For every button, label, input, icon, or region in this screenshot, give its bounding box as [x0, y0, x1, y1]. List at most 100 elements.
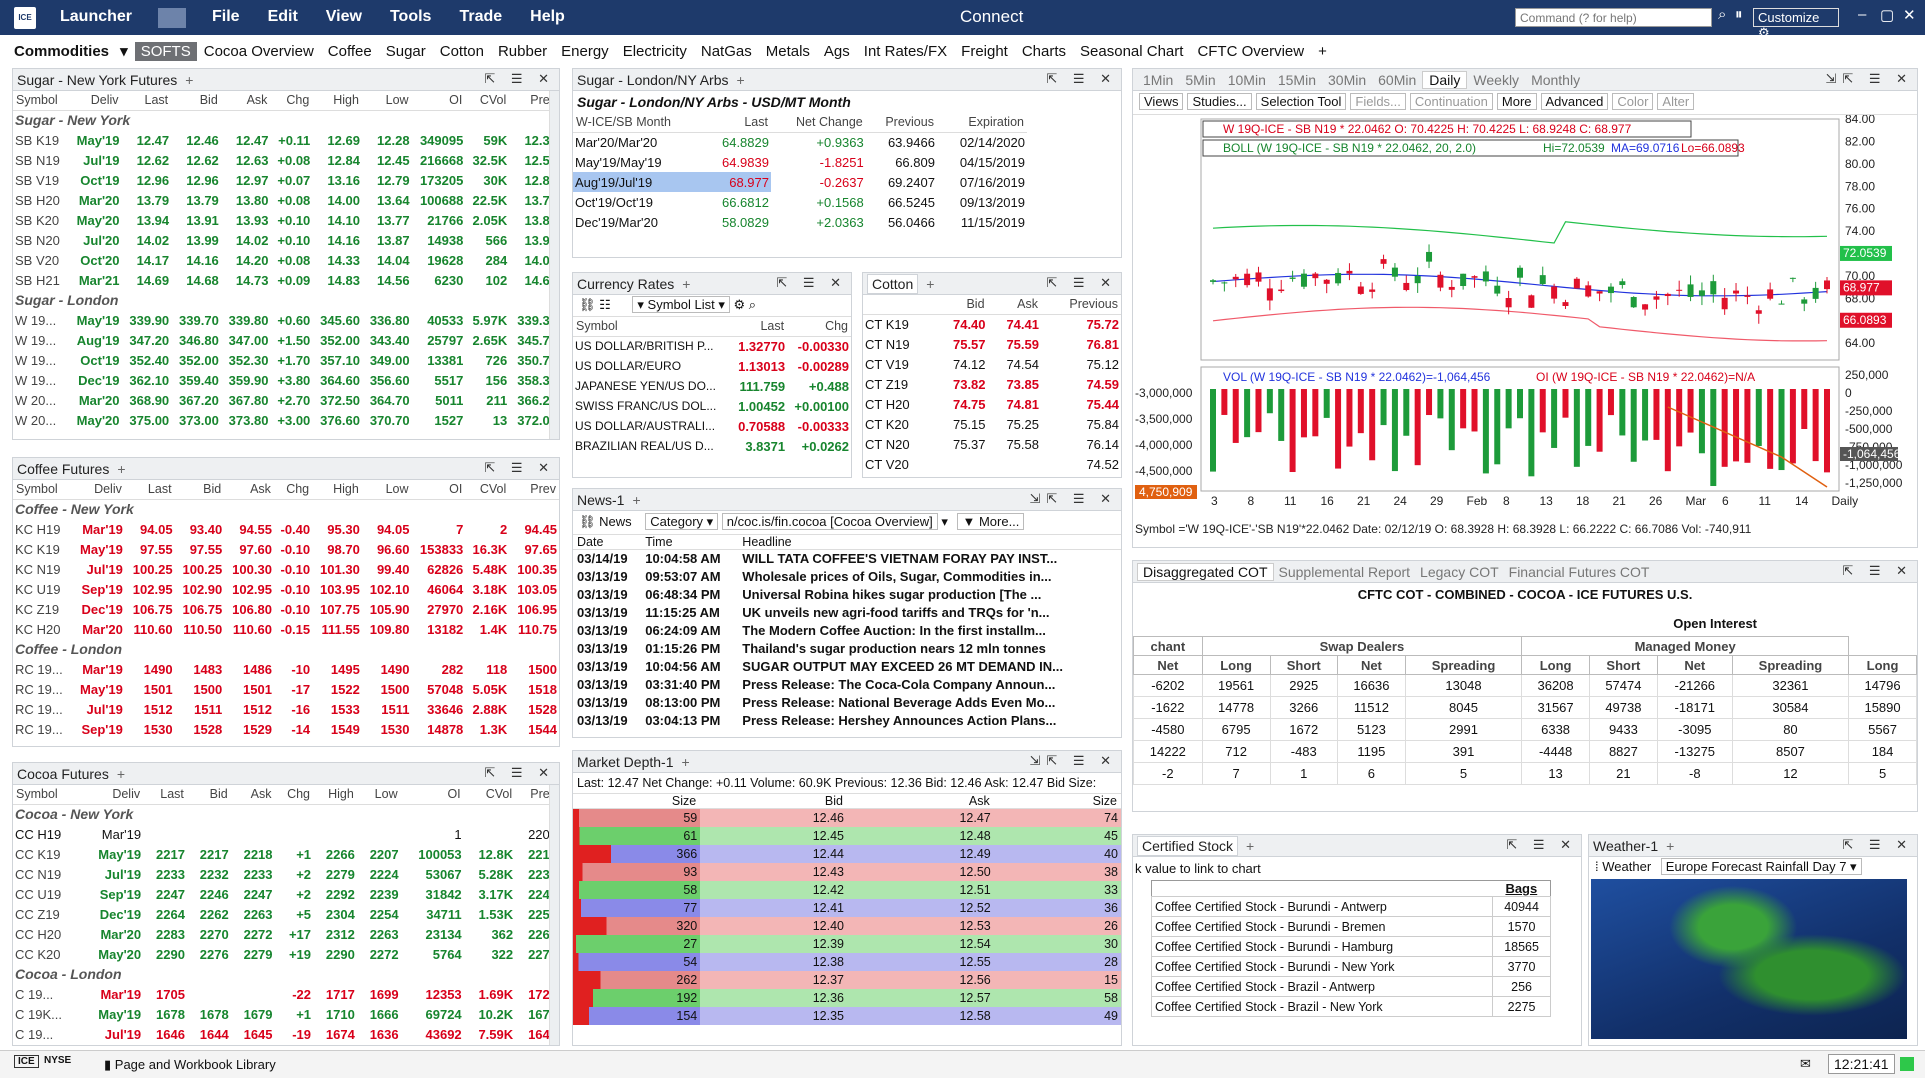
column-header[interactable]: Bid — [171, 91, 221, 111]
table-row[interactable]: 59 12.46 12.47 74 — [573, 808, 1121, 827]
menu-edit[interactable]: Edit — [254, 8, 312, 26]
column-header[interactable]: Prev — [509, 480, 559, 500]
column-header[interactable]: Date — [573, 535, 642, 550]
weather-dropdown[interactable]: Europe Forecast Rainfall Day 7 ▾ — [1660, 858, 1862, 875]
panel-controls[interactable]: ⇲⇱ ☰ ✕ — [1029, 491, 1117, 507]
cot-tab-3[interactable]: Financial Futures COT — [1504, 564, 1655, 580]
table-row[interactable]: 03/13/19 03:31:40 PM Press Release: The Co… — [573, 676, 1121, 694]
search-icon[interactable]: ⌕ — [749, 297, 756, 312]
customize-button[interactable]: Customize ⚙ — [1753, 8, 1839, 40]
column-header[interactable]: Ask — [220, 91, 271, 111]
table-row[interactable]: RC 19... Sep'19 1530 1528 1529 -14 1549 1530 148… — [13, 719, 559, 739]
table-row[interactable]: Coffee Certified Stock - Burundi - Breme… — [1150, 916, 1551, 937]
column-header[interactable]: Previous — [865, 113, 937, 133]
add-icon[interactable]: + — [632, 492, 640, 508]
table-row[interactable]: C 19... Jul'19 1646 1644 1645 -19 1674 1636 4369… — [13, 1024, 559, 1044]
tab-softs[interactable]: SOFTS — [134, 41, 197, 61]
column-header[interactable]: Last — [121, 91, 172, 111]
menu-tools[interactable]: Tools — [376, 8, 445, 26]
table-row[interactable]: CT H20 74.75 74.81 75.44 — [863, 394, 1121, 414]
interval-tab-60min[interactable]: 60Min — [1372, 72, 1422, 88]
panel-controls[interactable]: ⇱ ☰ ✕ — [1046, 275, 1117, 291]
toolbar-selection-tool[interactable]: Selection Tool — [1255, 93, 1347, 110]
table-row[interactable]: SB K19 May'19 12.47 12.46 12.47 +0.11 12.69 12.… — [13, 130, 559, 150]
column-header[interactable]: Short — [1588, 655, 1658, 675]
table-row[interactable]: Mar'20/Mar'20 64.8829 +0.9363 63.9466 02/14/… — [573, 132, 1027, 152]
column-header[interactable]: Spreading — [1404, 655, 1523, 675]
tab-cocoa-overview[interactable]: Cocoa Overview — [197, 43, 321, 60]
add-icon[interactable]: + — [681, 754, 689, 770]
tab-ags[interactable]: Ags — [817, 43, 857, 60]
column-header[interactable]: Chg — [787, 317, 851, 337]
search-icon[interactable]: ⌕ — [1718, 6, 1726, 23]
panel-controls[interactable]: ⇱ ☰ ✕ — [484, 460, 555, 476]
table-row[interactable]: Coffee Certified Stock - Brazil - Antwer… — [1150, 976, 1551, 997]
column-header[interactable]: Long — [1201, 655, 1271, 675]
table-row[interactable]: CT Z19 73.82 73.85 74.59 — [863, 374, 1121, 394]
column-header[interactable]: Bid — [174, 480, 225, 500]
column-header[interactable]: CVol — [463, 785, 516, 805]
column-header[interactable]: Net Change — [770, 113, 866, 133]
column-header[interactable]: W-ICE/SB Month — [573, 113, 705, 133]
table-row[interactable]: US DOLLAR/BRITISH P... 1.32770 -0.00330 — [573, 336, 851, 356]
column-header[interactable]: Chg — [270, 91, 313, 111]
table-row[interactable]: CC K20 May'20 2290 2276 2279 +19 2290 2272 5764 3… — [13, 944, 559, 964]
table-row[interactable]: W 19... Dec'19 362.10 359.40 359.90 +3.80 364.… — [13, 370, 559, 390]
news-query-input[interactable]: n/coc.is/fin.cocoa [Cocoa Overview] — [721, 513, 938, 530]
table-row[interactable]: BRAZILIAN REAL/US D... 3.8371 +0.0262 — [573, 436, 851, 456]
table-row[interactable]: -2 7 1 6 5 13 21 -8 12 5 — [1133, 762, 1917, 785]
tab-int-rates-fx[interactable]: Int Rates/FX — [857, 43, 954, 60]
column-header[interactable]: Net — [1133, 655, 1203, 675]
table-row[interactable]: CT K19 74.40 74.41 75.72 — [863, 314, 1121, 334]
interval-tab-monthly[interactable]: Monthly — [1525, 72, 1586, 88]
table-row[interactable]: 262 12.37 12.56 15 — [573, 970, 1121, 989]
table-row[interactable]: 03/13/19 08:13:00 PM Press Release: Nation… — [573, 694, 1121, 712]
table-row[interactable]: CT V19 74.12 74.54 75.12 — [863, 354, 1121, 374]
table-row[interactable]: 366 12.44 12.49 40 — [573, 844, 1121, 863]
table-row[interactable]: 03/13/19 03:04:13 PM Press Release: Hershe… — [573, 712, 1121, 730]
tab-cotton[interactable]: Cotton — [433, 43, 491, 60]
column-header[interactable]: Deliv — [80, 785, 144, 805]
tab-electricity[interactable]: Electricity — [616, 43, 694, 60]
table-row[interactable]: SB H21 Mar'21 14.69 14.68 14.73 +0.09 14.83 14.… — [13, 270, 559, 290]
table-row[interactable]: KC Z19 Dec'19 106.75 106.75 106.80 -0.10 107.7… — [13, 599, 559, 619]
column-header[interactable]: Long — [1848, 655, 1917, 675]
panel-controls[interactable]: ⇲⇱ ☰ ✕ — [1825, 71, 1913, 87]
table-row[interactable]: 03/13/19 06:24:09 AM The Modern Coffee Auc… — [573, 622, 1121, 640]
tab-charts[interactable]: Charts — [1015, 43, 1073, 60]
maximize-icon[interactable]: ▢ — [1880, 6, 1894, 24]
column-header[interactable]: Time — [641, 535, 739, 550]
table-row[interactable]: Oct'19/Oct'19 66.6812 +0.1568 66.5245 09/13/… — [573, 192, 1027, 212]
column-header[interactable]: Net — [1337, 655, 1406, 675]
table-row[interactable]: Coffee Certified Stock - Brazil - New Yo… — [1150, 996, 1551, 1017]
tab-rubber[interactable]: Rubber — [491, 43, 554, 60]
column-header[interactable]: Symbol — [13, 91, 69, 111]
column-header[interactable]: Deliv — [71, 480, 125, 500]
column-header[interactable]: Headline — [738, 535, 1121, 550]
table-row[interactable]: KC N19 Jul'19 100.25 100.25 100.30 -0.10 101.3… — [13, 559, 559, 579]
column-header[interactable]: Size — [993, 794, 1121, 809]
add-icon[interactable]: + — [737, 72, 745, 88]
column-header[interactable]: CVol — [465, 480, 510, 500]
column-header[interactable]: Ask — [846, 794, 994, 809]
table-row[interactable]: RC 19... Jul'19 1512 1511 1512 -16 1533 1511 336… — [13, 699, 559, 719]
table-row[interactable]: 54 12.38 12.55 28 — [573, 952, 1121, 971]
column-header[interactable]: Last — [124, 480, 175, 500]
menu-view[interactable]: View — [312, 8, 376, 26]
table-row[interactable]: 27 12.39 12.54 30 — [573, 934, 1121, 953]
table-row[interactable]: -1622 14778 3266 11512 8045 31567 49738 -18171 3… — [1133, 696, 1917, 719]
tab-seasonal-chart[interactable]: Seasonal Chart — [1073, 43, 1190, 60]
column-header[interactable]: Low — [361, 91, 412, 111]
table-row[interactable]: 77 12.41 12.52 36 — [573, 898, 1121, 917]
table-row[interactable]: CC H20 Mar'20 2283 2270 2272 +17 2312 2263 23134… — [13, 924, 559, 944]
pause-icon[interactable]: ⏸ — [1735, 6, 1743, 23]
toolbar-fields-[interactable]: Fields... — [1350, 93, 1406, 110]
toolbar-views[interactable]: Views — [1139, 93, 1184, 110]
menu-help[interactable]: Help — [516, 8, 579, 26]
add-icon[interactable]: + — [117, 461, 125, 477]
column-header[interactable]: Last — [731, 317, 788, 337]
bags-header[interactable]: Bags — [1493, 881, 1551, 897]
column-header[interactable]: Low — [361, 480, 412, 500]
panel-controls[interactable]: ⇱ ☰ ✕ — [1046, 71, 1117, 87]
table-row[interactable]: 03/13/19 01:15:26 PM Thailand's sugar prod… — [573, 640, 1121, 658]
